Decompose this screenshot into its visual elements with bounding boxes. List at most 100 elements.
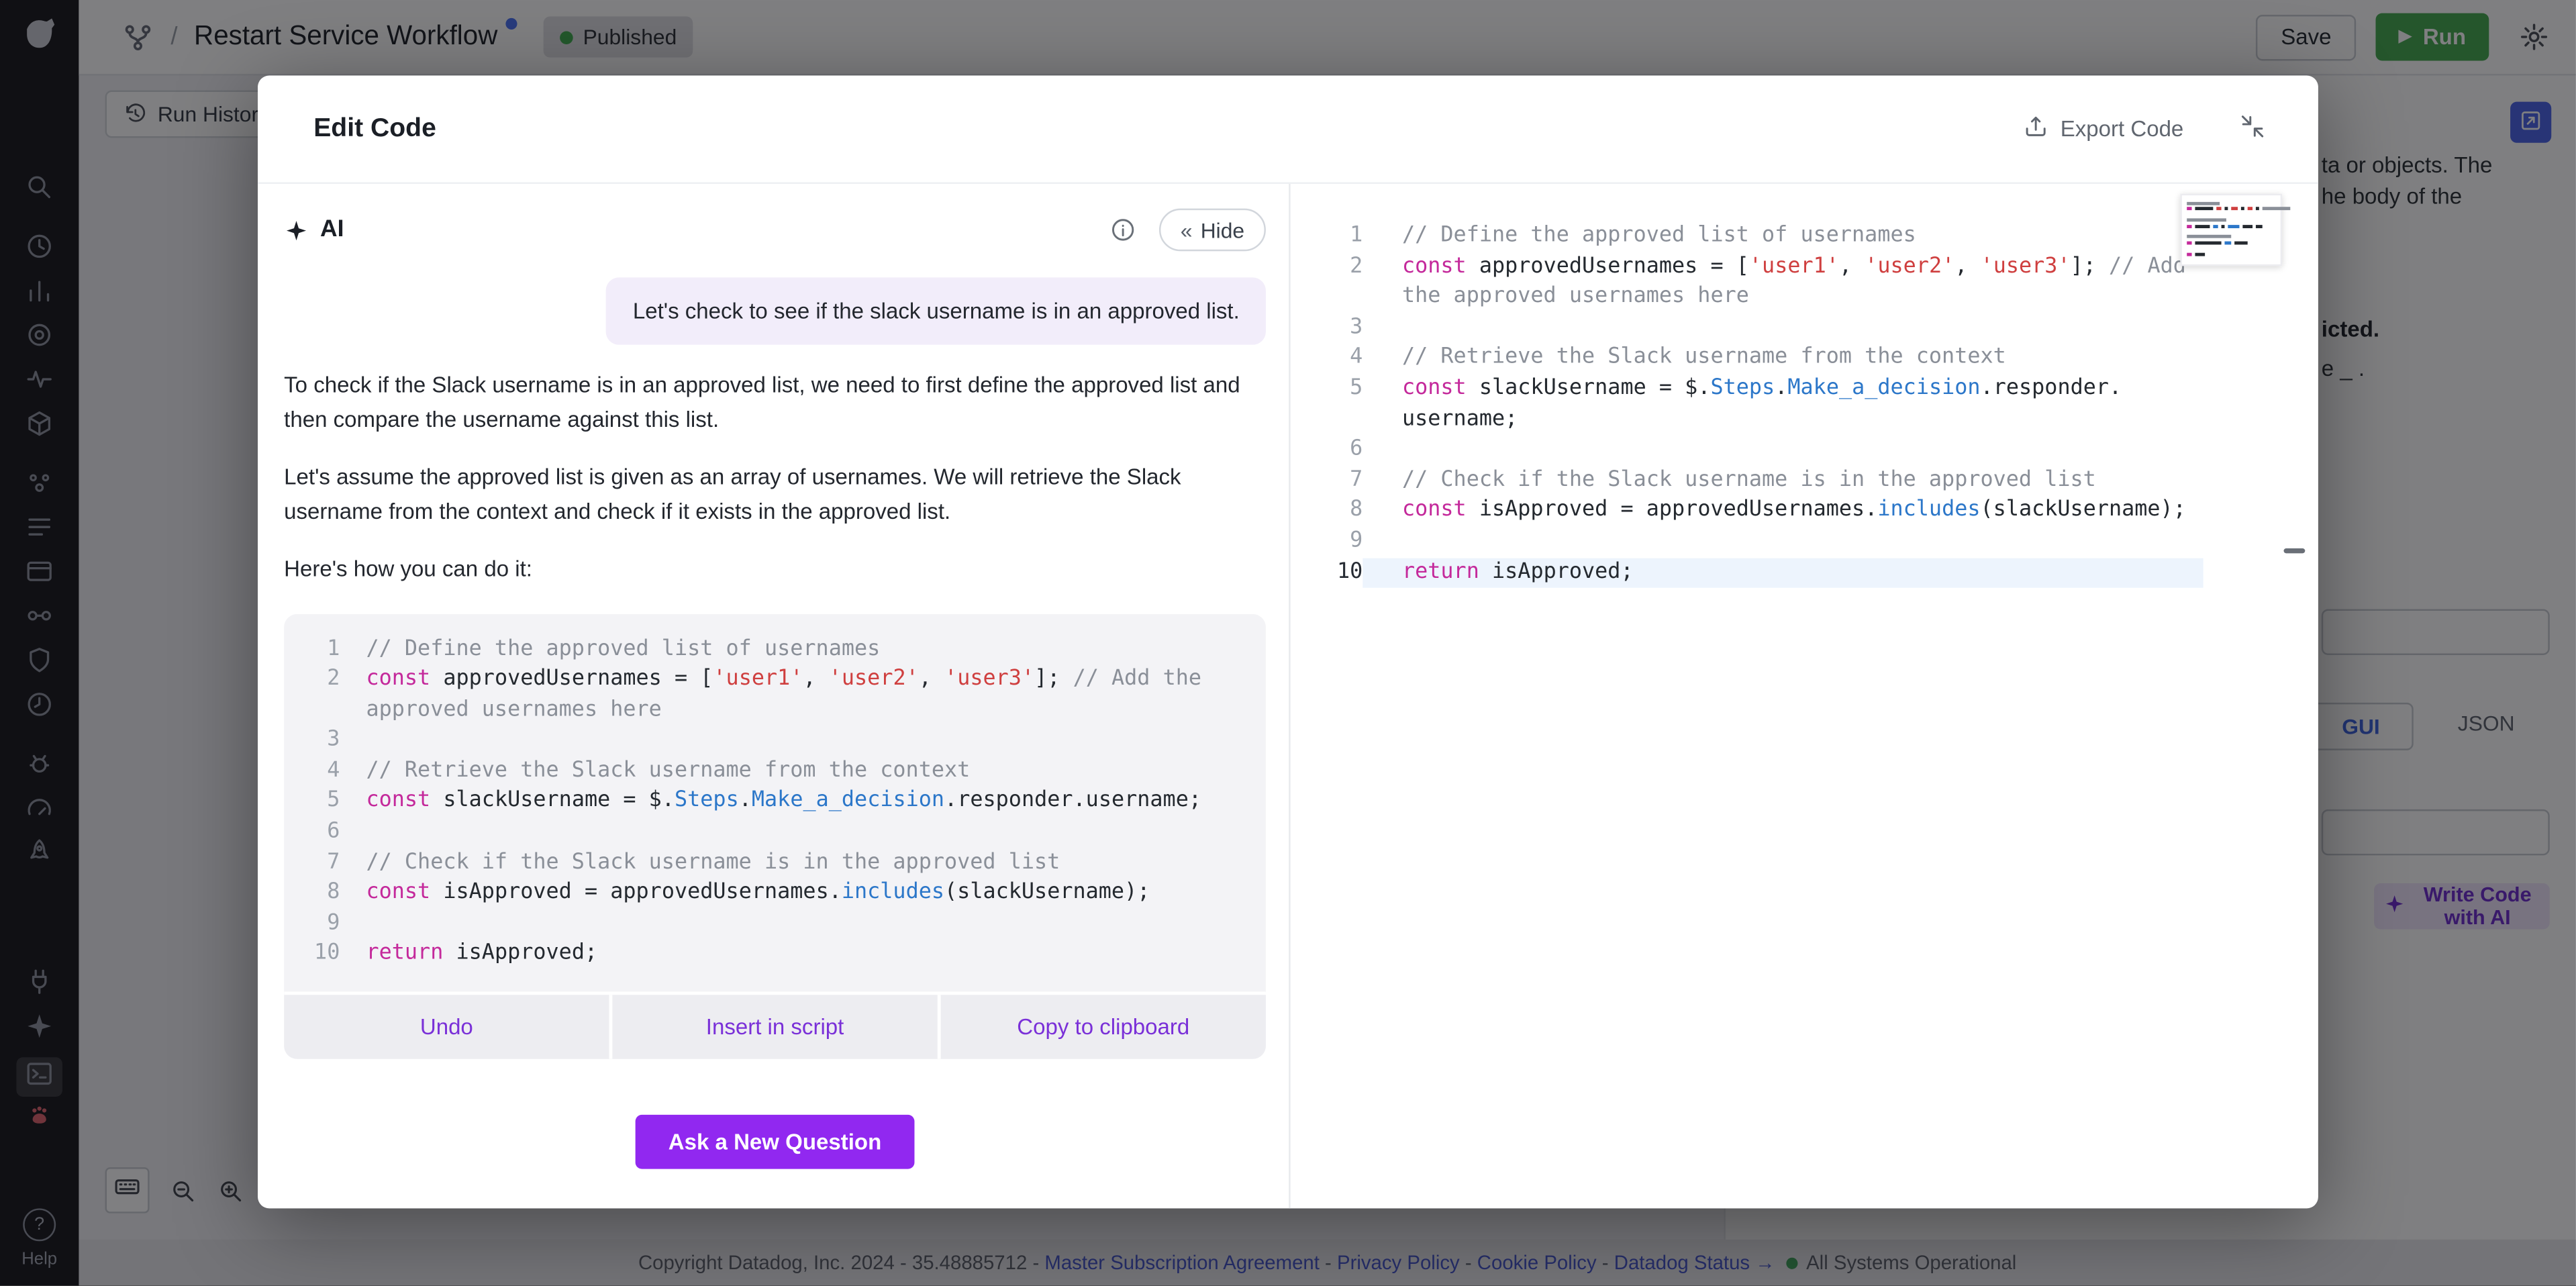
line-number: 1 (307, 634, 340, 664)
line-number: 1 (1291, 221, 1363, 252)
ai-paragraph: Let's assume the approved list is given … (284, 461, 1266, 528)
code-text: // Check if the Slack username is in the… (1363, 466, 2203, 496)
info-icon[interactable] (1110, 217, 1136, 243)
code-line[interactable]: 3 (1291, 313, 2318, 344)
line-number: 8 (307, 879, 340, 909)
minimap-row (2187, 202, 2275, 205)
code-text: return isApproved; (366, 940, 1242, 970)
code-line[interactable]: 8const isApproved = approvedUsernames.in… (1291, 497, 2318, 527)
line-number: 6 (307, 818, 340, 848)
code-text: // Check if the Slack username is in the… (366, 848, 1242, 879)
code-line: 7 // Check if the Slack username is in th… (307, 848, 1242, 879)
ai-assistant-panel: AI « Hide Let's check to see if the slac… (258, 184, 1291, 1208)
ask-new-question-button[interactable]: Ask a New Question (636, 1115, 914, 1169)
code-line: 8 const isApproved = approvedUsernames.in… (307, 879, 1242, 909)
line-number: 6 (1291, 436, 1363, 466)
code-text: const approvedUsernames = ['user1', 'use… (1363, 252, 2203, 313)
code-text (1363, 313, 2203, 344)
line-number: 2 (1291, 252, 1363, 313)
line-number: 7 (307, 848, 340, 879)
ai-sparkle-icon (284, 217, 309, 242)
code-line[interactable]: 9 (1291, 527, 2318, 557)
code-text: const slackUsername = $.Steps.Make_a_dec… (366, 787, 1242, 818)
code-line[interactable]: 5const slackUsername = $.Steps.Make_a_de… (1291, 375, 2318, 436)
minimap-row (2187, 213, 2275, 216)
chevrons-left-icon: « (1181, 217, 1193, 242)
code-text: // Define the approved list of usernames (1363, 221, 2203, 252)
code-line[interactable]: 4// Retrieve the Slack username from the… (1291, 344, 2318, 374)
line-number: 5 (307, 787, 340, 818)
line-number: 4 (307, 756, 340, 787)
code-line[interactable]: 7// Check if the Slack username is in th… (1291, 466, 2318, 496)
code-line: 9 (307, 909, 1242, 940)
hide-ai-panel-button[interactable]: « Hide (1159, 209, 1266, 252)
code-text: // Retrieve the Slack username from the … (366, 756, 1242, 787)
hide-label: Hide (1201, 217, 1244, 242)
modal-title: Edit Code (313, 114, 436, 144)
line-number: 5 (1291, 375, 1363, 436)
line-number: 8 (1291, 497, 1363, 527)
line-number: 10 (307, 940, 340, 970)
code-line: 1 // Define the approved list of username… (307, 634, 1242, 664)
ai-paragraph: To check if the Slack username is in an … (284, 369, 1266, 436)
overview-ruler-marker (2284, 548, 2306, 553)
line-number: 9 (307, 909, 340, 940)
collapse-icon (2239, 113, 2265, 144)
code-text: return isApproved; (1363, 558, 2203, 588)
line-number: 10 (1291, 558, 1363, 588)
export-code-button[interactable]: Export Code (2013, 111, 2193, 146)
code-text (366, 726, 1242, 756)
minimap-row (2187, 236, 2275, 239)
export-code-label: Export Code (2061, 117, 2184, 142)
code-line[interactable]: 2const approvedUsernames = ['user1', 'us… (1291, 252, 2318, 313)
ai-paragraph: Here's how you can do it: (284, 553, 1266, 587)
page: ? Help / Restart Service Workflow Publis… (0, 0, 2576, 1285)
ai-panel-header: AI « Hide (284, 207, 1266, 252)
code-line[interactable]: 6 (1291, 436, 2318, 466)
code-line: 6 (307, 818, 1242, 848)
line-number: 2 (307, 665, 340, 726)
minimap-row (2187, 224, 2275, 228)
line-number: 9 (1291, 527, 1363, 557)
code-editor[interactable]: 1// Define the approved list of username… (1291, 184, 2318, 1208)
code-text: const isApproved = approvedUsernames.inc… (366, 879, 1242, 909)
code-text: const slackUsername = $.Steps.Make_a_dec… (1363, 375, 2203, 436)
code-line: 4 // Retrieve the Slack username from the… (307, 756, 1242, 787)
ai-code-block: 1 // Define the approved list of username… (284, 613, 1266, 992)
code-line[interactable]: 10return isApproved; (1291, 558, 2318, 588)
ai-response: To check if the Slack username is in an … (284, 345, 1266, 587)
code-text (366, 909, 1242, 940)
editor-minimap[interactable] (2180, 194, 2282, 266)
ai-code-actions: UndoInsert in scriptCopy to clipboard (284, 992, 1266, 1059)
insert-in-script-button[interactable]: Insert in script (609, 995, 938, 1058)
minimap-row (2187, 246, 2275, 250)
user-question-bubble: Let's check to see if the slack username… (607, 277, 1266, 344)
modal-header: Edit Code Export Code (258, 76, 2318, 184)
editor-lines: 1// Define the approved list of username… (1291, 221, 2318, 588)
minimap-row (2187, 219, 2275, 222)
copy-to-clipboard-button[interactable]: Copy to clipboard (938, 995, 1266, 1058)
code-text (1363, 527, 2203, 557)
ai-code-suggestion-card: 1 // Define the approved list of username… (284, 613, 1266, 1059)
minimap-row (2187, 207, 2275, 211)
code-line: 5 const slackUsername = $.Steps.Make_a_de… (307, 787, 1242, 818)
edit-code-modal: Edit Code Export Code AI (258, 76, 2318, 1209)
line-number: 4 (1291, 344, 1363, 374)
code-text: const isApproved = approvedUsernames.inc… (1363, 497, 2203, 527)
code-line: 2 const approvedUsernames = ['user1', 'us… (307, 665, 1242, 726)
undo-button[interactable]: Undo (284, 995, 609, 1058)
code-text: // Define the approved list of usernames (366, 634, 1242, 664)
line-number: 7 (1291, 466, 1363, 496)
code-text: // Retrieve the Slack username from the … (1363, 344, 2203, 374)
code-text: const approvedUsernames = ['user1', 'use… (366, 665, 1242, 726)
minimap-row (2187, 241, 2275, 244)
code-line: 10 return isApproved; (307, 940, 1242, 970)
minimap-row (2187, 252, 2275, 256)
code-line: 3 (307, 726, 1242, 756)
collapse-modal-button[interactable] (2230, 111, 2275, 146)
export-icon (2022, 113, 2048, 144)
code-line[interactable]: 1// Define the approved list of username… (1291, 221, 2318, 252)
line-number: 3 (1291, 313, 1363, 344)
code-text (1363, 436, 2203, 466)
line-number: 3 (307, 726, 340, 756)
